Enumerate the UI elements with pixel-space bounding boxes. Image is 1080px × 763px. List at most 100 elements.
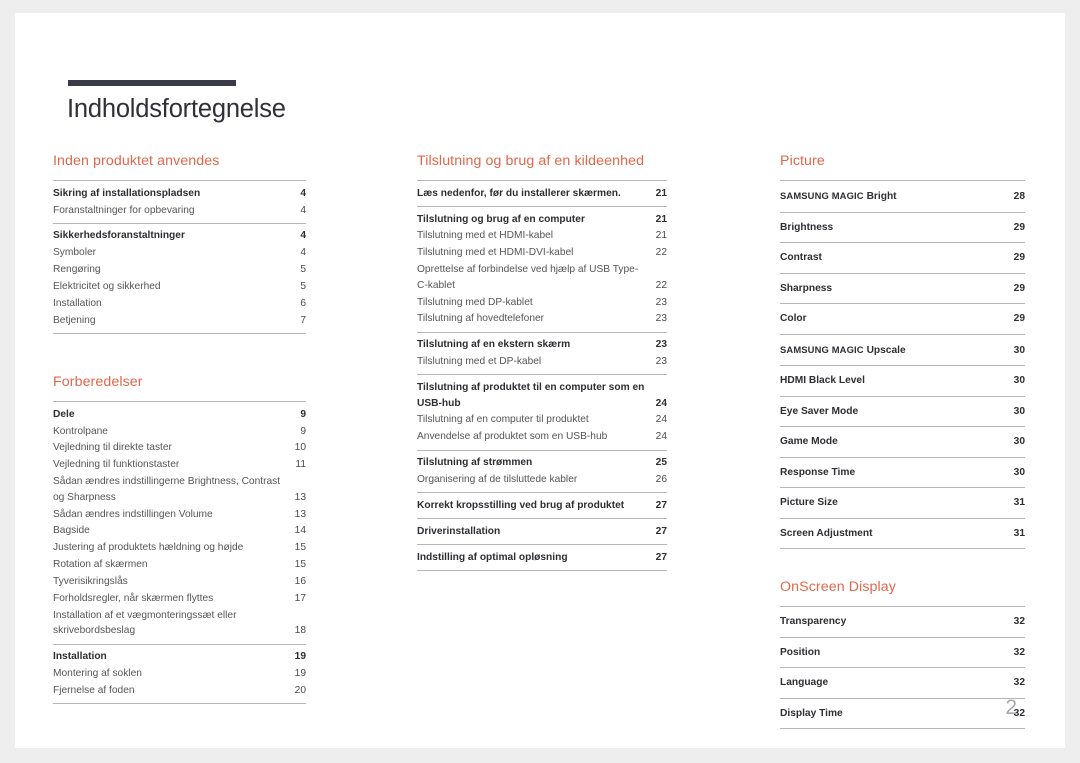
- toc-entry-label: Response Time: [780, 466, 856, 478]
- toc-entry-label: Transparency: [780, 616, 847, 627]
- toc-entry[interactable]: Installation 19: [53, 649, 306, 666]
- toc-entry-label: Vejledning til direkte taster: [53, 442, 172, 454]
- toc-entry[interactable]: Brightness 29: [780, 211, 1025, 243]
- toc-entry[interactable]: SAMSUNG MAGIC Bright 28: [780, 180, 1025, 212]
- toc-entry[interactable]: Driverinstallation 27: [417, 523, 667, 540]
- toc-entry-page: 17: [294, 592, 306, 604]
- toc-entry[interactable]: Screen Adjustment 31: [780, 517, 1025, 549]
- toc-entry[interactable]: Tilslutning med et HDMI-kabel 21: [417, 228, 667, 245]
- toc-entry[interactable]: Organisering af de tilsluttede kabler 26: [417, 471, 667, 488]
- toc-entry[interactable]: Korrekt kropsstilling ved brug af produk…: [417, 497, 667, 514]
- toc-entry-label: Sikkerhedsforanstaltninger: [53, 230, 185, 242]
- toc-entry-label: Installation af et vægmonteringssæt elle…: [53, 609, 237, 637]
- toc-entry[interactable]: SAMSUNG MAGIC Upscale 30: [780, 333, 1025, 366]
- toc-entry[interactable]: Sikring af installationspladsen 4: [53, 185, 306, 202]
- toc-entry-label: Tilslutning med et HDMI-kabel: [417, 230, 554, 242]
- toc-entry-label: Tilslutning af produktet til en computer…: [417, 382, 645, 409]
- toc-entry[interactable]: Sådan ændres indstillingerne Brightness,…: [53, 474, 306, 506]
- toc-entry[interactable]: Tilslutning af produktet til en computer…: [417, 379, 667, 411]
- toc-section-heading: OnScreen Display: [780, 579, 896, 595]
- toc-entry[interactable]: Color 29: [780, 303, 1025, 334]
- toc-entry-page: 4: [300, 247, 306, 259]
- toc-entry-page: 21: [655, 230, 667, 242]
- toc-entry[interactable]: Bagside 14: [53, 523, 306, 540]
- toc-group: Indstilling af optimal opløsning 27: [417, 544, 667, 571]
- toc-entry[interactable]: Contrast 29: [780, 242, 1025, 273]
- toc-entry[interactable]: Elektricitet og sikkerhed 5: [53, 278, 306, 295]
- toc-entry[interactable]: Vejledning til funktionstaster 11: [53, 457, 306, 474]
- toc-entry[interactable]: Sådan ændres indstillingen Volume 13: [53, 506, 306, 523]
- toc-entry-page: 23: [655, 356, 667, 368]
- toc-entry[interactable]: Justering af produktets hældning og højd…: [53, 540, 306, 557]
- toc-entry-page: 7: [300, 314, 306, 326]
- toc-entry[interactable]: Dele 9: [53, 406, 306, 423]
- toc-entry[interactable]: Vejledning til direkte taster 10: [53, 440, 306, 457]
- toc-entry-page: 28: [1013, 191, 1025, 202]
- toc-entry[interactable]: Installation 6: [53, 295, 306, 312]
- toc-entry[interactable]: Rengøring 5: [53, 262, 306, 279]
- toc-entry[interactable]: Fjernelse af foden 20: [53, 682, 306, 699]
- toc-entry[interactable]: Installation af et vægmonteringssæt elle…: [53, 607, 306, 639]
- toc-entry-label: Tilslutning med et DP-kabel: [417, 356, 542, 368]
- toc-entry[interactable]: Language 32: [780, 667, 1025, 698]
- toc-entry[interactable]: Display Time 32: [780, 697, 1025, 729]
- toc-entry-label: Anvendelse af produktet som en USB-hub: [417, 431, 608, 443]
- toc-entry[interactable]: Montering af soklen 19: [53, 665, 306, 682]
- toc-entry-page: 22: [655, 279, 667, 291]
- toc-section-heading: Forberedelser: [53, 374, 143, 390]
- toc-group: Transparency 32 Position 32 Language 32 Displa…: [780, 606, 1025, 729]
- toc-entry-page: 13: [294, 508, 306, 520]
- toc-entry[interactable]: Tilslutning af hovedtelefoner 23: [417, 311, 667, 328]
- toc-entry-page: 24: [655, 397, 667, 409]
- toc-entry[interactable]: Tilslutning med et DP-kabel 23: [417, 354, 667, 371]
- toc-entry[interactable]: Sikkerhedsforanstaltninger 4: [53, 228, 306, 245]
- toc-entry-page: 30: [1013, 344, 1025, 356]
- toc-entry[interactable]: Transparency 32: [780, 606, 1025, 637]
- toc-entry[interactable]: Eye Saver Mode 30: [780, 395, 1025, 427]
- toc-entry[interactable]: Symboler 4: [53, 245, 306, 262]
- toc-entry[interactable]: Rotation af skærmen 15: [53, 557, 306, 574]
- toc-entry[interactable]: Tilslutning og brug af en computer 21: [417, 211, 667, 228]
- toc-entry-page: 31: [1013, 497, 1025, 508]
- toc-entry-label: Tilslutning med DP-kablet: [417, 296, 533, 308]
- toc-entry[interactable]: Læs nedenfor, før du installerer skærmen…: [417, 185, 667, 202]
- toc-entry[interactable]: Anvendelse af produktet som en USB-hub 24: [417, 429, 667, 446]
- toc-entry[interactable]: Game Mode 30: [780, 426, 1025, 457]
- toc-entry[interactable]: Tilslutning med et HDMI-DVI-kabel 22: [417, 245, 667, 262]
- toc-entry[interactable]: Foranstaltninger for opbevaring 4: [53, 202, 306, 219]
- toc-entry[interactable]: Position 32: [780, 636, 1025, 668]
- toc-entry-label: Oprettelse af forbindelse ved hjælp af U…: [417, 264, 639, 291]
- toc-entry-page: 30: [1013, 405, 1025, 417]
- toc-entry-label: Installation: [53, 651, 107, 663]
- toc-entry-page: 5: [300, 281, 306, 293]
- toc-entry[interactable]: Oprettelse af forbindelse ved hjælp af U…: [417, 262, 667, 294]
- toc-group: Tilslutning og brug af en computer 21 Tils…: [417, 205, 667, 332]
- toc-entry-page: 23: [655, 313, 667, 325]
- toc-group: Læs nedenfor, før du installerer skærmen…: [417, 180, 667, 206]
- toc-entry[interactable]: Picture Size 31: [780, 487, 1025, 518]
- toc-entry[interactable]: Tilslutning med DP-kablet 23: [417, 294, 667, 311]
- toc-entry[interactable]: Betjening 7: [53, 312, 306, 329]
- toc-entry-page: 18: [294, 625, 306, 637]
- toc-entry[interactable]: HDMI Black Level 30: [780, 365, 1025, 396]
- toc-group: Sikkerhedsforanstaltninger 4 Symboler 4 Reng…: [53, 222, 306, 334]
- toc-entry[interactable]: Tilslutning af en computer til produktet…: [417, 412, 667, 429]
- toc-entry-label: Tilslutning af en ekstern skærm: [417, 339, 571, 351]
- toc-entry-page: 27: [655, 499, 667, 511]
- toc-entry[interactable]: Tilslutning af en ekstern skærm 23: [417, 337, 667, 354]
- toc-entry[interactable]: Forholdsregler, når skærmen flyttes 17: [53, 590, 306, 607]
- toc-entry-page: 29: [1013, 282, 1025, 294]
- toc-entry-label: Language: [780, 677, 829, 688]
- toc-entry[interactable]: Response Time 30: [780, 456, 1025, 488]
- toc-entry[interactable]: Tyverisikringslås 16: [53, 573, 306, 590]
- toc-entry[interactable]: Tilslutning af strømmen 25: [417, 455, 667, 472]
- toc-entry-page: 13: [294, 491, 306, 503]
- toc-entry-page: 4: [300, 230, 306, 242]
- toc-entry-page: 30: [1013, 466, 1025, 478]
- toc-entry-page: 9: [300, 408, 306, 420]
- toc-entry[interactable]: Sharpness 29: [780, 272, 1025, 304]
- toc-entry-page: 15: [294, 559, 306, 571]
- toc-entry-label: Indstilling af optimal opløsning: [417, 551, 568, 563]
- toc-entry[interactable]: Indstilling af optimal opløsning 27: [417, 549, 667, 566]
- toc-entry[interactable]: Kontrolpane 9: [53, 423, 306, 440]
